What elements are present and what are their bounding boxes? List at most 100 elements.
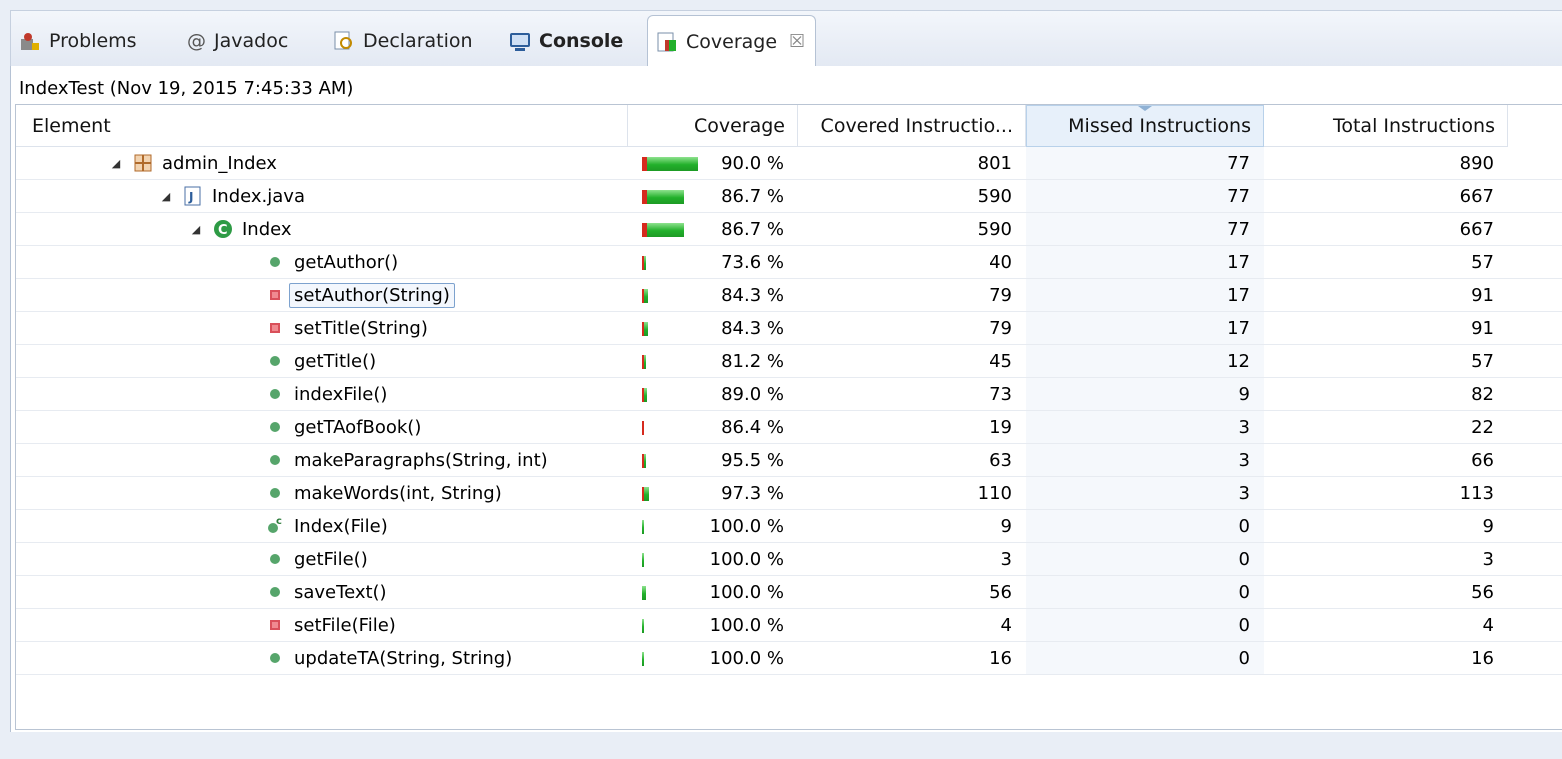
element-name: saveText()	[294, 581, 387, 603]
column-header-missed[interactable]: Missed Instructions	[1026, 105, 1264, 147]
table-row[interactable]: getTAofBook() 86.4 % 19 3 22	[16, 411, 1562, 444]
total-cell: 3	[1482, 548, 1494, 570]
element-name: makeWords(int, String)	[294, 482, 502, 504]
coverage-bar	[642, 487, 649, 501]
missed-cell: 3	[1026, 411, 1264, 443]
table-row[interactable]: ◢ C Index 86.7 % 590 77 667	[16, 213, 1562, 246]
column-header-element[interactable]: Element	[16, 105, 628, 147]
tab-declaration[interactable]: Declaration	[333, 18, 473, 64]
element-cell[interactable]: saveText()	[264, 576, 387, 608]
coverage-percent: 100.0 %	[709, 614, 784, 636]
table-row[interactable]: ◢ admin_Index 90.0 % 801 77 890	[16, 147, 1562, 180]
total-cell: 890	[1459, 152, 1494, 174]
tab-label: Console	[539, 30, 624, 52]
total-cell: 57	[1471, 350, 1494, 372]
private-method-icon	[264, 317, 286, 339]
expand-triangle-icon[interactable]: ◢	[188, 223, 204, 236]
console-icon	[509, 30, 531, 52]
element-name: getAuthor()	[294, 251, 399, 273]
total-cell: 91	[1471, 284, 1494, 306]
tab-problems[interactable]: Problems	[19, 18, 137, 64]
coverage-bar	[642, 223, 684, 237]
element-cell[interactable]: ◢ C Index	[188, 213, 292, 245]
coverage-bar	[642, 553, 644, 567]
table-row[interactable]: c Index(File) 100.0 % 9 0 9	[16, 510, 1562, 543]
covered-segment	[644, 256, 646, 270]
coverage-cell: 81.2 %	[628, 345, 798, 377]
table-row[interactable]: getTitle() 81.2 % 45 12 57	[16, 345, 1562, 378]
element-cell[interactable]: makeWords(int, String)	[264, 477, 502, 509]
coverage-cell: 84.3 %	[628, 279, 798, 311]
coverage-bar	[642, 322, 648, 336]
missed-cell: 0	[1026, 543, 1264, 575]
coverage-bar	[642, 289, 648, 303]
column-header-total[interactable]: Total Instructions	[1264, 105, 1508, 147]
coverage-cell: 73.6 %	[628, 246, 798, 278]
total-cell: 16	[1471, 647, 1494, 669]
selected-element[interactable]: setAuthor(String)	[289, 282, 455, 308]
element-cell[interactable]: getFile()	[264, 543, 368, 575]
declaration-icon	[333, 30, 355, 52]
missed-cell: 17	[1026, 312, 1264, 344]
total-cell: 113	[1459, 482, 1494, 504]
covered-cell: 3	[1000, 548, 1012, 570]
coverage-percent: 100.0 %	[709, 647, 784, 669]
covered-segment	[644, 454, 646, 468]
covered-cell: 9	[1000, 515, 1012, 537]
total-cell: 667	[1459, 218, 1494, 240]
column-header-covered[interactable]: Covered Instructio...	[798, 105, 1026, 147]
coverage-cell: 100.0 %	[628, 543, 798, 575]
coverage-bar	[642, 652, 644, 666]
element-cell[interactable]: getTitle()	[264, 345, 376, 377]
element-cell[interactable]: indexFile()	[264, 378, 387, 410]
close-icon[interactable]: ☒	[789, 31, 805, 52]
element-cell[interactable]: setFile(File)	[264, 609, 396, 641]
tab-coverage[interactable]: Coverage ☒	[647, 15, 817, 67]
svg-text:J: J	[188, 190, 193, 204]
tab-console[interactable]: Console	[509, 18, 623, 64]
svg-text:c: c	[276, 516, 282, 527]
element-cell[interactable]: ◢ J Index.java	[158, 180, 305, 212]
package-icon	[132, 152, 154, 174]
element-name: setTitle(String)	[294, 317, 428, 339]
column-header-label: Missed Instructions	[1068, 115, 1251, 137]
total-cell: 9	[1482, 515, 1494, 537]
element-name: Index	[242, 218, 292, 240]
element-cell[interactable]: makeParagraphs(String, int)	[264, 444, 548, 476]
element-cell[interactable]: getTAofBook()	[264, 411, 421, 443]
element-cell[interactable]: c Index(File)	[264, 510, 388, 542]
table-row[interactable]: updateTA(String, String) 100.0 % 16 0 16	[16, 642, 1562, 675]
table-row[interactable]: saveText() 100.0 % 56 0 56	[16, 576, 1562, 609]
sort-descending-icon	[1138, 106, 1152, 111]
table-row[interactable]: getFile() 100.0 % 3 0 3	[16, 543, 1562, 576]
private-method-icon	[264, 284, 286, 306]
table-body: ◢ admin_Index 90.0 % 801 77 890 ◢ J Index.java 86…	[16, 147, 1562, 675]
coverage-percent: 95.5 %	[721, 449, 784, 471]
element-cell[interactable]: ◢ admin_Index	[108, 147, 277, 179]
table-row[interactable]: indexFile() 89.0 % 73 9 82	[16, 378, 1562, 411]
tab-javadoc[interactable]: @ Javadoc	[187, 18, 288, 64]
covered-cell: 19	[989, 416, 1012, 438]
element-cell[interactable]: setTitle(String)	[264, 312, 428, 344]
table-row[interactable]: setAuthor(String) 84.3 % 79 17 91	[16, 279, 1562, 312]
element-name: makeParagraphs(String, int)	[294, 449, 548, 471]
table-row[interactable]: makeParagraphs(String, int) 95.5 % 63 3 66	[16, 444, 1562, 477]
table-row[interactable]: ◢ J Index.java 86.7 % 590 77 667	[16, 180, 1562, 213]
element-cell[interactable]: setAuthor(String)	[264, 279, 455, 311]
table-row[interactable]: getAuthor() 73.6 % 40 17 57	[16, 246, 1562, 279]
column-header-coverage[interactable]: Coverage	[628, 105, 798, 147]
coverage-bar	[642, 586, 646, 600]
element-cell[interactable]: updateTA(String, String)	[264, 642, 512, 674]
table-row[interactable]: setFile(File) 100.0 % 4 0 4	[16, 609, 1562, 642]
coverage-cell: 100.0 %	[628, 576, 798, 608]
covered-cell: 801	[977, 152, 1012, 174]
total-cell: 66	[1471, 449, 1494, 471]
covered-segment	[647, 223, 684, 237]
element-cell[interactable]: getAuthor()	[264, 246, 398, 278]
table-row[interactable]: setTitle(String) 84.3 % 79 17 91	[16, 312, 1562, 345]
expand-triangle-icon[interactable]: ◢	[158, 190, 174, 203]
element-name: getFile()	[294, 548, 368, 570]
table-row[interactable]: makeWords(int, String) 97.3 % 110 3 113	[16, 477, 1562, 510]
coverage-cell: 86.7 %	[628, 180, 798, 212]
expand-triangle-icon[interactable]: ◢	[108, 157, 124, 170]
